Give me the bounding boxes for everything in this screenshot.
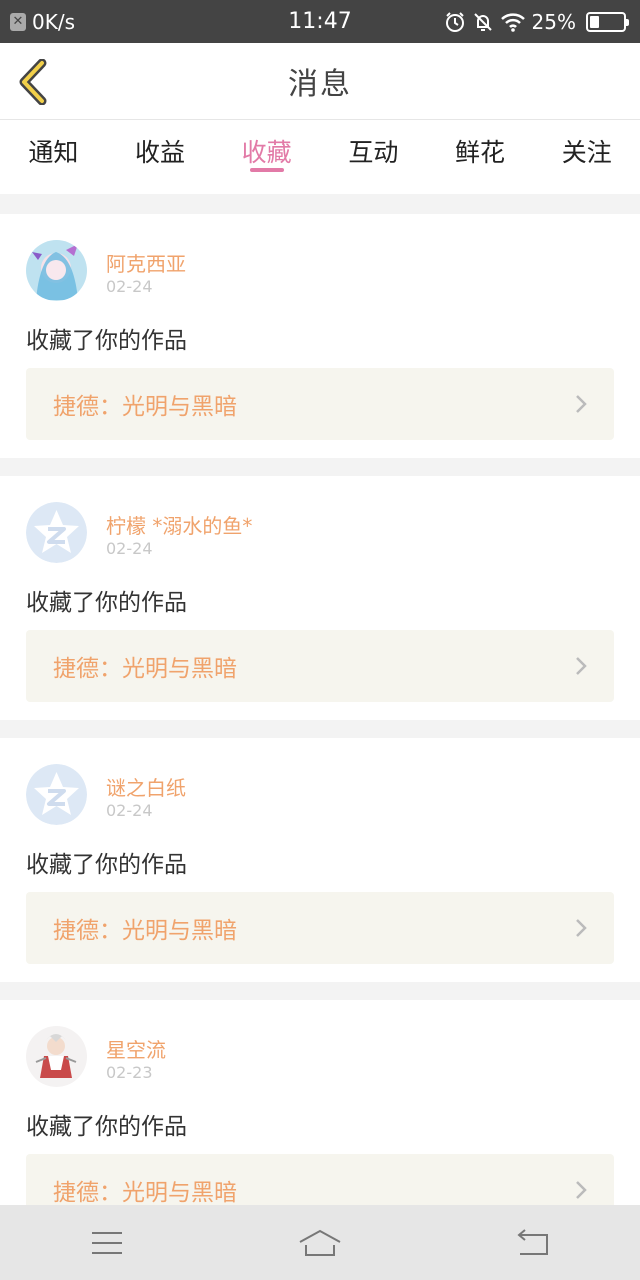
- avatar[interactable]: [26, 240, 87, 301]
- work-title: 捷德：光明与黑暗: [53, 918, 237, 944]
- chevron-left-icon: [19, 58, 47, 106]
- battery-icon: [586, 11, 629, 32]
- home-button[interactable]: [290, 1223, 350, 1263]
- work-title: 捷德：光明与黑暗: [53, 656, 237, 682]
- username[interactable]: 阿克西亚: [106, 248, 186, 277]
- alarm-icon: [445, 11, 464, 32]
- message-card: 阿克西亚 02-24 收藏了你的作品 捷德：光明与黑暗: [0, 214, 640, 458]
- system-nav-bar: [0, 1205, 640, 1280]
- menu-button[interactable]: [77, 1223, 137, 1263]
- anime-character-avatar-icon: [26, 1026, 87, 1087]
- tab-following[interactable]: 关注: [533, 120, 640, 194]
- home-icon: [299, 1229, 341, 1256]
- work-link[interactable]: 捷德：光明与黑暗: [26, 630, 614, 702]
- message-card: 谜之白纸 02-24 收藏了你的作品 捷德：光明与黑暗: [0, 738, 640, 982]
- avatar[interactable]: [26, 502, 87, 563]
- tab-bar: 通知 收益 收藏 互动 鲜花 关注: [0, 120, 640, 194]
- tab-interaction[interactable]: 互动: [320, 120, 427, 194]
- battery-percent: 25%: [531, 9, 576, 34]
- tab-flowers[interactable]: 鲜花: [427, 120, 534, 194]
- username[interactable]: 谜之白纸: [106, 772, 186, 801]
- message-date: 02-24: [106, 539, 153, 558]
- anime-girl-avatar-icon: [26, 240, 87, 301]
- work-title: 捷德：光明与黑暗: [53, 394, 237, 420]
- avatar[interactable]: [26, 764, 87, 825]
- message-date: 02-23: [106, 1063, 153, 1082]
- app-header: 消息: [0, 43, 640, 120]
- page-title: 消息: [288, 67, 352, 102]
- chevron-right-icon: [576, 395, 587, 413]
- work-title: 捷德：光明与黑暗: [53, 1180, 237, 1206]
- action-text: 收藏了你的作品: [26, 590, 187, 616]
- tab-favorites[interactable]: 收藏: [213, 120, 320, 194]
- network-speed: 0K/s: [32, 9, 75, 34]
- tab-earnings[interactable]: 收益: [107, 120, 214, 194]
- tab-notice[interactable]: 通知: [0, 120, 107, 194]
- status-bar: ✕ 0K/s 11:47 25%: [0, 0, 640, 43]
- action-text: 收藏了你的作品: [26, 1114, 187, 1140]
- action-text: 收藏了你的作品: [26, 852, 187, 878]
- chevron-right-icon: [576, 1181, 587, 1199]
- action-text: 收藏了你的作品: [26, 328, 187, 354]
- battery-level: [590, 15, 599, 28]
- wifi-icon: [500, 12, 525, 32]
- default-star-avatar-icon: [26, 764, 87, 825]
- sim-off-icon: ✕: [10, 12, 26, 31]
- chevron-right-icon: [576, 657, 587, 675]
- message-list: 阿克西亚 02-24 收藏了你的作品 捷德：光明与黑暗 柠檬 *溺水的鱼* 02…: [0, 214, 640, 1262]
- mute-bell-icon: [473, 12, 492, 31]
- back-icon: [517, 1228, 549, 1255]
- back-nav-button[interactable]: [503, 1223, 563, 1263]
- message-date: 02-24: [106, 277, 153, 296]
- username[interactable]: 星空流: [106, 1034, 166, 1063]
- message-card: 柠檬 *溺水的鱼* 02-24 收藏了你的作品 捷德：光明与黑暗: [0, 476, 640, 720]
- default-star-avatar-icon: [26, 502, 87, 563]
- work-link[interactable]: 捷德：光明与黑暗: [26, 892, 614, 964]
- work-link[interactable]: 捷德：光明与黑暗: [26, 368, 614, 440]
- message-date: 02-24: [106, 801, 153, 820]
- menu-icon: [91, 1231, 122, 1254]
- username[interactable]: 柠檬 *溺水的鱼*: [106, 510, 252, 539]
- chevron-right-icon: [576, 919, 587, 937]
- back-button[interactable]: [14, 58, 54, 106]
- avatar[interactable]: [26, 1026, 87, 1087]
